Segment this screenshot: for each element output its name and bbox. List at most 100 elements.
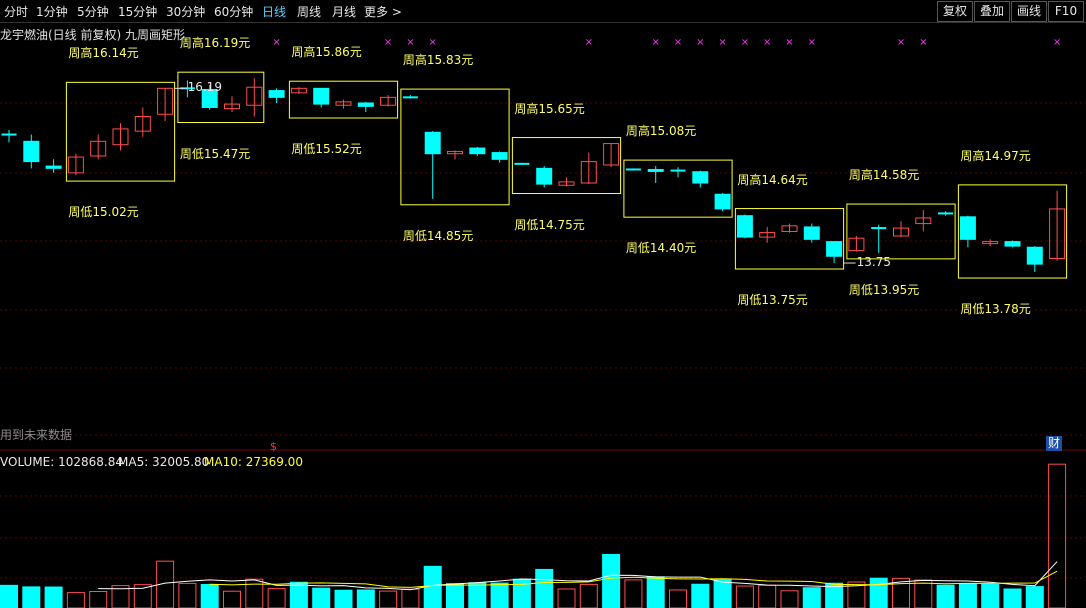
- volume-bar: [267, 588, 286, 608]
- weekly-box: [400, 88, 510, 206]
- volume-bars: [0, 463, 1067, 608]
- max-price-label: 16.19: [187, 80, 222, 95]
- f10-button[interactable]: F10: [1048, 1, 1084, 22]
- weekly-high-label: 周高14.64元: [737, 172, 808, 187]
- period-toolbar: 分时 1分钟 5分钟 15分钟 30分钟 60分钟 日线 周线 月线 更多 > …: [0, 0, 1086, 23]
- volume-bar: [468, 582, 487, 608]
- min-price-label: 13.75: [856, 255, 891, 270]
- volume-bar: [200, 584, 219, 608]
- candle-body: [491, 152, 508, 160]
- volume-bar: [1048, 463, 1067, 608]
- volume-bar: [936, 584, 955, 608]
- candle-body: [357, 102, 374, 107]
- period-tab-60min[interactable]: 60分钟: [214, 3, 253, 20]
- volume-bar: [735, 585, 754, 608]
- future-data-mark-icon: ×: [696, 37, 704, 48]
- period-tab-15min[interactable]: 15分钟: [118, 3, 157, 20]
- volume-bar: [691, 583, 710, 608]
- volume-bar: [446, 583, 464, 608]
- weekly-low-label: 周低13.95元: [848, 282, 920, 297]
- candle-body: [647, 168, 664, 172]
- candle-body: [313, 87, 330, 105]
- future-data-mark-icon: ×: [406, 37, 414, 48]
- volume-bar: [802, 587, 821, 608]
- volume-bar: [0, 584, 18, 608]
- future-data-mark-icon: ×: [763, 37, 771, 48]
- volume-bar: [356, 589, 375, 608]
- volume-bar: [646, 576, 665, 608]
- volume-bar: [289, 581, 308, 608]
- volume-bar: [178, 582, 197, 608]
- volume-bar: [780, 590, 799, 608]
- weekly-high-label: 周高16.14元: [68, 46, 139, 61]
- volume-bar: [44, 586, 63, 608]
- candle-body: [826, 241, 843, 257]
- candle-body: [1026, 246, 1043, 265]
- weekly-low-label: 周低13.78元: [960, 302, 1031, 317]
- overlay-button[interactable]: 叠加: [974, 1, 1010, 22]
- future-data-mark-icon: ×: [897, 37, 905, 48]
- future-data-mark-icon: ×: [785, 37, 793, 48]
- period-tab-monthly[interactable]: 月线: [332, 3, 356, 20]
- volume-bar: [66, 592, 85, 608]
- future-data-mark-icon: ×: [1053, 37, 1061, 48]
- ma5-line: [98, 561, 1058, 591]
- candle-body: [469, 147, 486, 155]
- volume-label: VOLUME: 102868.84: [0, 455, 123, 469]
- weekly-low-label: 周低15.52元: [291, 142, 362, 156]
- candle-body: [268, 90, 285, 98]
- candle-body: [45, 165, 62, 169]
- volume-bar: [490, 582, 509, 608]
- volume-bar: [401, 588, 420, 608]
- period-tab-daily[interactable]: 日线: [262, 3, 286, 20]
- weekly-low-label: 周低14.85元: [402, 228, 474, 243]
- candle-body: [714, 193, 731, 210]
- draw-line-button[interactable]: 画线: [1011, 1, 1047, 22]
- candle-body: [959, 216, 976, 240]
- finance-badge-icon[interactable]: 财: [1046, 436, 1062, 451]
- future-data-mark-icon: ×: [718, 37, 726, 48]
- future-data-mark-icon: ×: [808, 37, 816, 48]
- volume-bar: [89, 591, 108, 608]
- volume-bar: [713, 579, 732, 608]
- future-data-mark-icon: ×: [919, 37, 927, 48]
- future-data-mark-icon: ×: [652, 37, 660, 48]
- volume-bar: [334, 589, 353, 608]
- period-tab-weekly[interactable]: 周线: [297, 3, 321, 20]
- volume-bar: [869, 577, 888, 608]
- dividend-marker-icon: $: [270, 440, 277, 453]
- volume-bar: [624, 579, 643, 608]
- chart-title: 龙宇燃油(日线 前复权) 九周画矩形: [0, 28, 185, 42]
- candle-body: [424, 131, 441, 155]
- weekly-low-label: 周低14.75元: [514, 217, 585, 232]
- candle-body: [536, 167, 553, 185]
- weekly-high-label: 周高16.19元: [179, 36, 251, 51]
- future-data-mark-icon: ×: [384, 37, 392, 48]
- period-tab-5min[interactable]: 5分钟: [77, 3, 109, 20]
- future-data-note: 用到未来数据: [0, 428, 73, 442]
- volume-bar: [958, 582, 977, 608]
- period-tab-realtime[interactable]: 分时: [4, 3, 28, 20]
- ma10-label: MA10: 27369.00: [204, 455, 303, 469]
- volume-bar: [981, 584, 1000, 608]
- period-tab-more[interactable]: 更多 >: [364, 3, 402, 20]
- weekly-low-label: 周低15.02元: [68, 205, 139, 220]
- volume-bar: [245, 578, 264, 608]
- future-data-mark-icon: ×: [585, 37, 593, 48]
- period-tab-30min[interactable]: 30分钟: [166, 3, 205, 20]
- weekly-high-label: 周高15.08元: [625, 124, 697, 139]
- volume-bar: [379, 590, 398, 608]
- volume-bar: [423, 565, 442, 608]
- volume-bar: [758, 584, 777, 608]
- period-tab-1min[interactable]: 1分钟: [36, 3, 68, 20]
- future-data-mark-icon: ×: [272, 37, 280, 48]
- adjust-price-button[interactable]: 复权: [937, 1, 973, 22]
- volume-bar: [914, 579, 933, 608]
- weekly-low-label: 周低15.47元: [179, 146, 251, 161]
- weekly-high-label: 周高14.58元: [848, 168, 920, 183]
- volume-bar: [223, 590, 241, 608]
- weekly-high-label: 周高15.65元: [514, 101, 585, 116]
- weekly-high-label: 周高15.86元: [291, 45, 362, 60]
- candle-body: [692, 171, 709, 184]
- weekly-high-label: 周高15.83元: [402, 53, 474, 68]
